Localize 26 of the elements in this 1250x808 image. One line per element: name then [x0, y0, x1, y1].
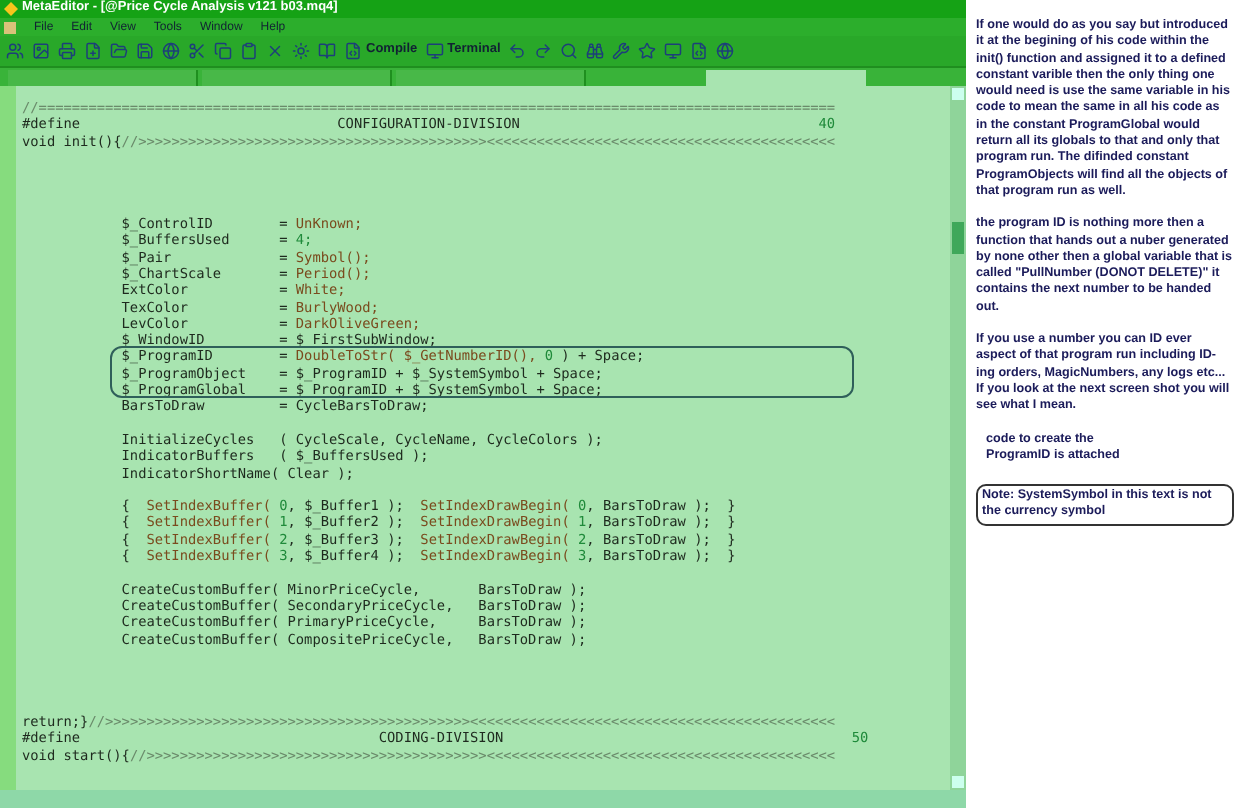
copy-icon[interactable] [214, 42, 232, 60]
globe-icon[interactable] [716, 42, 735, 60]
undo-icon[interactable] [508, 42, 527, 60]
wrench-icon[interactable] [612, 42, 631, 60]
scrollbar[interactable] [950, 86, 966, 790]
monitor-icon[interactable] [664, 42, 683, 60]
new-file-icon[interactable] [84, 42, 102, 60]
save-icon[interactable] [136, 42, 154, 60]
people-icon[interactable] [6, 42, 24, 60]
folder-icon[interactable] [110, 42, 128, 60]
monitor-icon [425, 42, 444, 60]
search-icon[interactable] [560, 42, 579, 60]
image-icon[interactable] [32, 42, 50, 60]
star-icon[interactable] [638, 42, 657, 60]
binoculars-icon[interactable] [586, 42, 605, 60]
scissors-icon[interactable] [188, 42, 206, 60]
printer-icon[interactable] [58, 42, 76, 60]
document-icon [4, 21, 16, 33]
sun-icon[interactable] [292, 42, 310, 60]
file-code-icon[interactable] [690, 42, 709, 60]
redo-icon[interactable] [534, 42, 553, 60]
globe-icon[interactable] [162, 42, 180, 60]
paste-icon[interactable] [240, 42, 258, 60]
book-icon[interactable] [318, 42, 336, 60]
delete-icon[interactable] [266, 42, 284, 60]
file-code-icon [344, 42, 362, 60]
